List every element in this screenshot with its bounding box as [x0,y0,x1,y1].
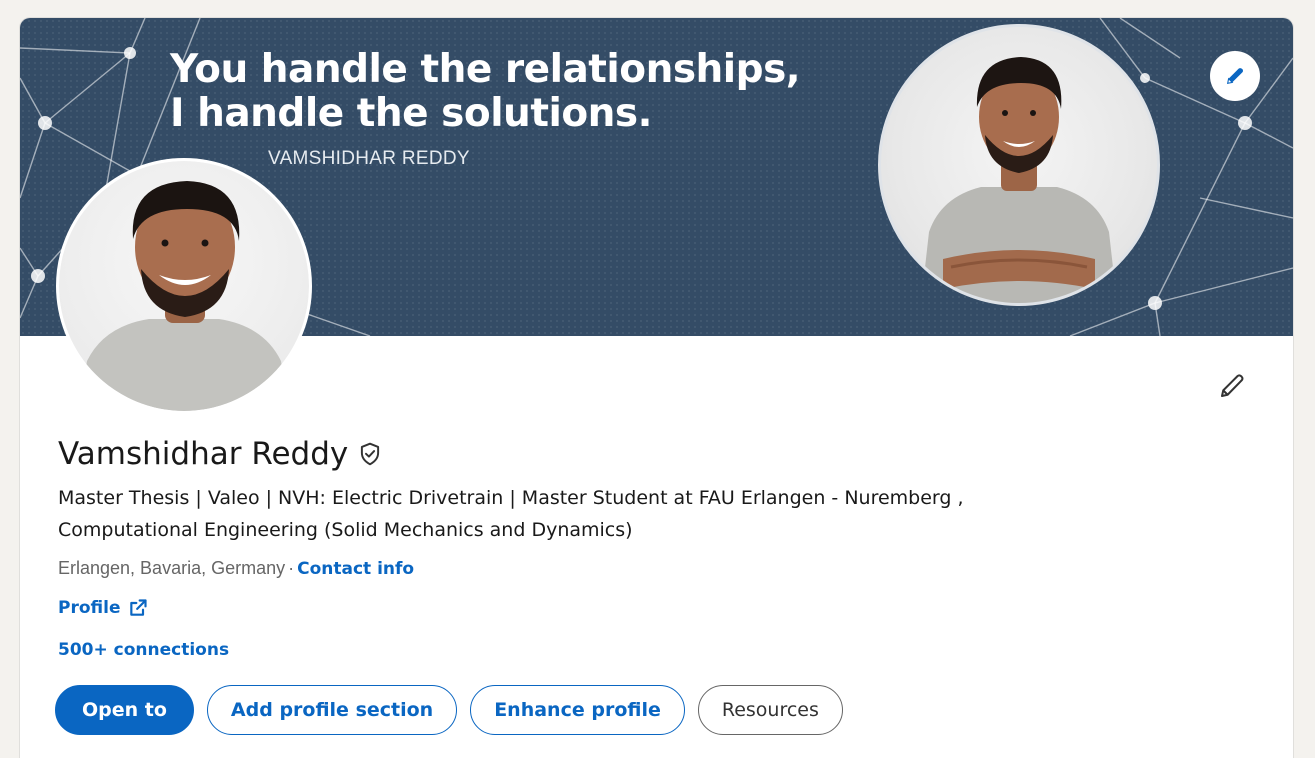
profile-headline: Master Thesis | Valeo | NVH: Electric Dr… [58,482,1158,546]
banner-portrait-photo [878,24,1160,306]
profile-action-buttons: Open to Add profile section Enhance prof… [55,685,843,735]
edit-intro-button[interactable] [1210,364,1254,408]
avatar-person-illustration [79,181,289,411]
profile-card: You handle the relationships, I handle t… [20,18,1293,758]
banner-headline: You handle the relationships, I handle t… [170,47,801,136]
profile-link-label: Profile [58,598,121,618]
location-separator: · [288,558,295,578]
headline-line-1: Master Thesis | Valeo | NVH: Electric Dr… [58,487,964,509]
open-to-button[interactable]: Open to [55,685,194,735]
profile-avatar[interactable] [56,158,312,414]
headline-line-2: Computational Engineering (Solid Mechani… [58,519,633,541]
location-row: Erlangen, Bavaria, Germany · Contact info [58,558,414,579]
profile-external-link[interactable]: Profile [58,598,148,618]
person-illustration [921,57,1117,303]
connections-link[interactable]: 500+ connections [58,640,229,660]
resources-button[interactable]: Resources [697,685,843,735]
contact-info-link[interactable]: Contact info [297,559,414,579]
external-link-icon [128,598,148,618]
pencil-icon [1221,374,1244,397]
banner-headline-line-1: You handle the relationships, [170,47,801,92]
profile-name: Vamshidhar Reddy [58,436,349,472]
banner-subtitle: VAMSHIDHAR REDDY [268,148,470,169]
shield-check-icon[interactable] [357,441,383,467]
name-row: Vamshidhar Reddy [58,436,383,472]
banner-headline-line-2: I handle the solutions. [170,91,652,136]
avatar-photo [59,161,309,411]
add-profile-section-button[interactable]: Add profile section [206,685,458,735]
edit-banner-button[interactable] [1210,51,1260,101]
pencil-icon [1226,68,1244,85]
enhance-profile-button[interactable]: Enhance profile [470,685,685,735]
profile-location: Erlangen, Bavaria, Germany [58,558,286,578]
